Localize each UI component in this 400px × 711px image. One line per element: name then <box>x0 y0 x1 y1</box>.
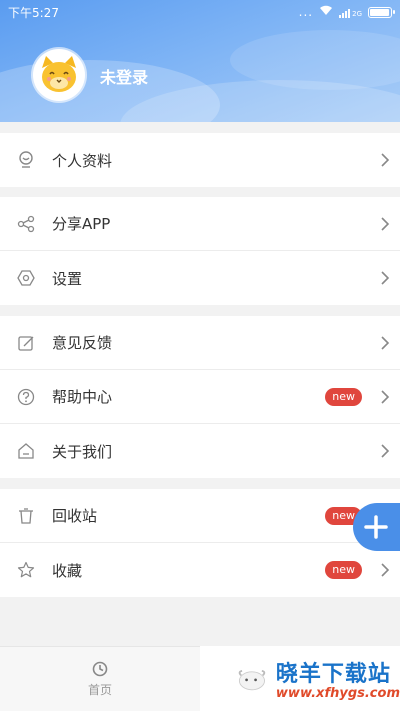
help-icon <box>0 388 52 406</box>
star-icon <box>0 561 52 579</box>
profile-header: 下午5:27 ... 2G 未登录 <box>0 0 400 122</box>
chevron-right-icon <box>370 335 400 351</box>
menu-group-2: 分享APP 设置 <box>0 197 400 305</box>
menu-item-recycle-bin[interactable]: 回收站 new <box>0 489 400 543</box>
plus-icon <box>364 515 388 539</box>
signal-icon: 2G <box>339 7 362 18</box>
cat-avatar-icon <box>37 53 81 97</box>
menu-label: 回收站 <box>52 507 98 525</box>
menu-label: 意见反馈 <box>52 334 113 352</box>
menu-group-3: 意见反馈 帮助中心 new 关于我们 <box>0 316 400 478</box>
menu-label: 分享APP <box>52 215 111 233</box>
chevron-right-icon <box>370 216 400 232</box>
new-badge: new <box>325 561 362 579</box>
feedback-icon <box>0 334 52 352</box>
battery-icon <box>368 6 395 18</box>
avatar[interactable] <box>33 49 85 101</box>
watermark: 晓羊下载站 www.xfhygs.com <box>200 646 400 711</box>
menu-label: 设置 <box>52 269 83 288</box>
menu-item-profile[interactable]: 个人资料 <box>0 133 400 187</box>
settings-icon <box>0 269 52 287</box>
menu-item-settings[interactable]: 设置 <box>0 251 400 305</box>
chevron-right-icon <box>370 389 400 405</box>
tab-label: 首页 <box>87 682 112 697</box>
new-badge: new <box>325 387 362 406</box>
menu-label: 帮助中心 <box>52 388 113 406</box>
status-time: 下午5:27 <box>8 5 59 20</box>
profile-icon <box>0 151 52 169</box>
watermark-title: 晓羊下载站 <box>275 662 391 687</box>
status-dots: ... <box>298 5 314 19</box>
menu-item-help[interactable]: 帮助中心 new <box>0 370 400 424</box>
menu-label: 关于我们 <box>52 442 113 461</box>
chevron-right-icon <box>370 562 400 578</box>
chevron-right-icon <box>370 443 400 459</box>
tab-home[interactable]: 首页 <box>0 647 200 711</box>
chevron-right-icon <box>370 152 400 168</box>
wifi-icon <box>319 5 333 19</box>
network-label: 2G <box>352 9 362 18</box>
watermark-url: www.xfhygs.com <box>275 686 400 701</box>
menu-item-favorites[interactable]: 收藏 new <box>0 543 400 597</box>
menu-group-4: 回收站 new 收藏 new <box>0 489 400 597</box>
add-button[interactable] <box>353 503 400 551</box>
trash-icon <box>0 507 52 525</box>
menu-group-1: 个人资料 <box>0 133 400 187</box>
chevron-right-icon <box>370 270 400 286</box>
menu-item-share[interactable]: 分享APP <box>0 197 400 251</box>
menu-item-feedback[interactable]: 意见反馈 <box>0 316 400 370</box>
sheep-logo-icon <box>238 669 266 690</box>
menu-item-about[interactable]: 关于我们 <box>0 424 400 478</box>
menu-label: 个人资料 <box>52 151 113 170</box>
clock-icon <box>92 661 108 676</box>
login-status[interactable]: 未登录 <box>100 64 148 88</box>
share-icon <box>0 215 52 233</box>
about-icon <box>0 442 52 460</box>
status-bar: 下午5:27 ... 2G <box>0 0 400 24</box>
menu-label: 收藏 <box>52 561 83 580</box>
